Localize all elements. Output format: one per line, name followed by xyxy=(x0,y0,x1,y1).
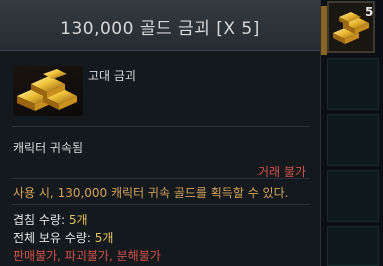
stack-quantity: 겹침 수량: 5개 xyxy=(13,211,88,228)
inventory-slot[interactable] xyxy=(327,58,379,110)
stack-quantity-label: 겹침 수량: xyxy=(13,213,69,227)
total-quantity: 전체 보유 수량: 5개 xyxy=(13,229,113,246)
restriction-destroy: 파괴불가 xyxy=(64,249,109,263)
gold-bars-icon xyxy=(13,66,83,116)
inventory-slot[interactable] xyxy=(327,114,379,166)
slot-count: 5 xyxy=(365,5,374,19)
total-quantity-label: 전체 보유 수량: xyxy=(13,231,95,245)
stack-quantity-value: 5개 xyxy=(68,213,88,227)
item-grade-name: 고대 금괴 xyxy=(88,69,136,83)
divider xyxy=(12,204,310,205)
tooltip-title: 130,000 골드 금괴 [X 5] xyxy=(60,19,260,39)
total-quantity-value: 5개 xyxy=(94,231,114,245)
restriction-sell: 판매불가 xyxy=(13,249,58,263)
restriction-dismantle: 분해불가 xyxy=(116,249,161,263)
inventory-slot-edge[interactable] xyxy=(320,6,327,55)
binding-status: 캐릭터 귀속됨 xyxy=(13,141,84,155)
item-description: 사용 시, 130,000 캐릭터 귀속 골드를 획득할 수 있다. xyxy=(13,186,289,200)
divider xyxy=(12,178,310,179)
item-tooltip: 130,000 골드 금괴 [X 5] 고대 금괴 캐릭터 귀속됨 거래 불가 … xyxy=(0,0,321,266)
inventory-slot[interactable] xyxy=(327,170,379,222)
divider xyxy=(12,126,310,127)
restrictions: 판매불가, 파괴불가, 분해불가 xyxy=(13,247,161,264)
restriction-separator: , xyxy=(108,249,117,263)
restriction-separator: , xyxy=(57,249,65,263)
inventory-slot[interactable] xyxy=(327,226,379,266)
tooltip-header: 130,000 골드 금괴 [X 5] xyxy=(0,0,320,51)
